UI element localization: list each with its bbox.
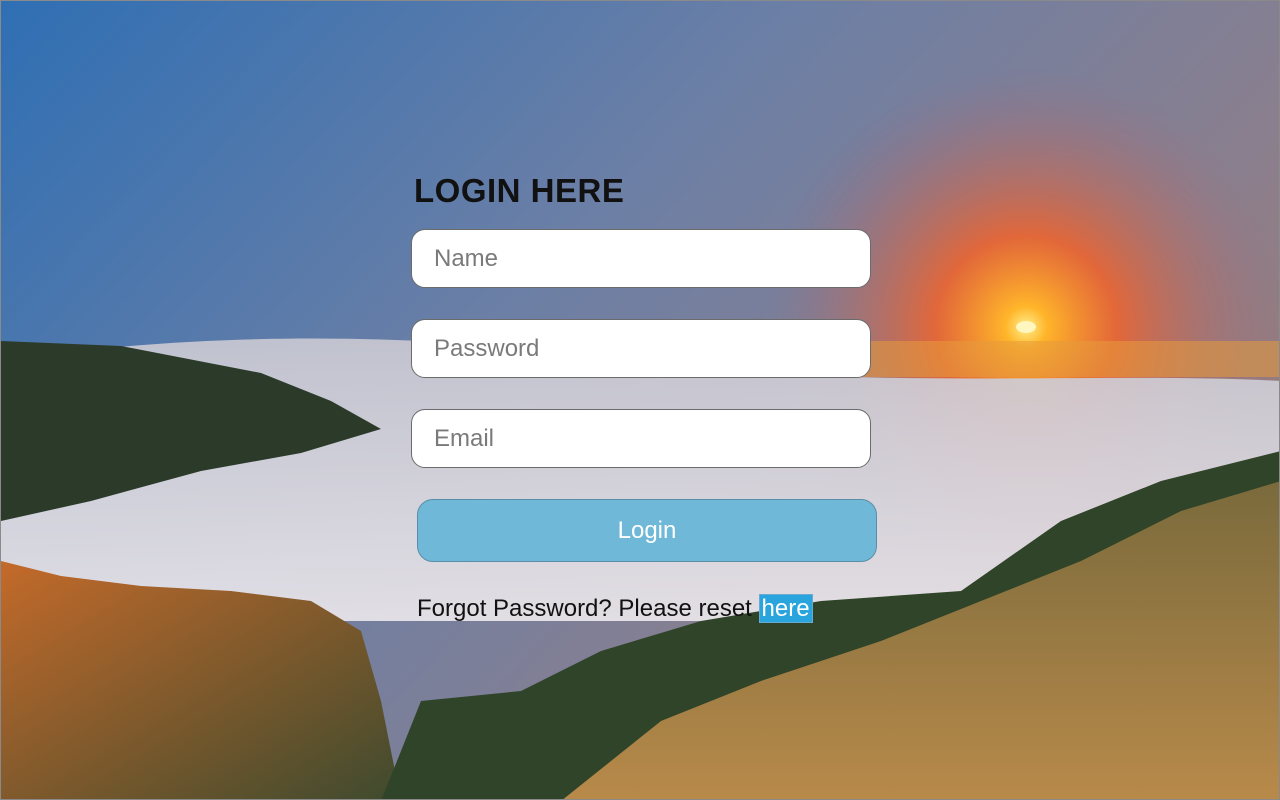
landscape-background-image	[1, 1, 1279, 799]
password-input[interactable]	[411, 319, 871, 378]
forgot-password-label: Forgot Password? Please reset	[417, 595, 759, 622]
login-page: LOGIN HERE Login Forgot Password? Please…	[0, 0, 1280, 800]
page-title: LOGIN HERE	[414, 172, 625, 209]
login-button[interactable]: Login	[417, 499, 877, 562]
forgot-password-text: Forgot Password? Please reset here	[417, 594, 813, 623]
reset-password-link[interactable]: here	[758, 594, 813, 623]
name-input[interactable]	[411, 229, 871, 288]
email-input[interactable]	[411, 409, 871, 468]
